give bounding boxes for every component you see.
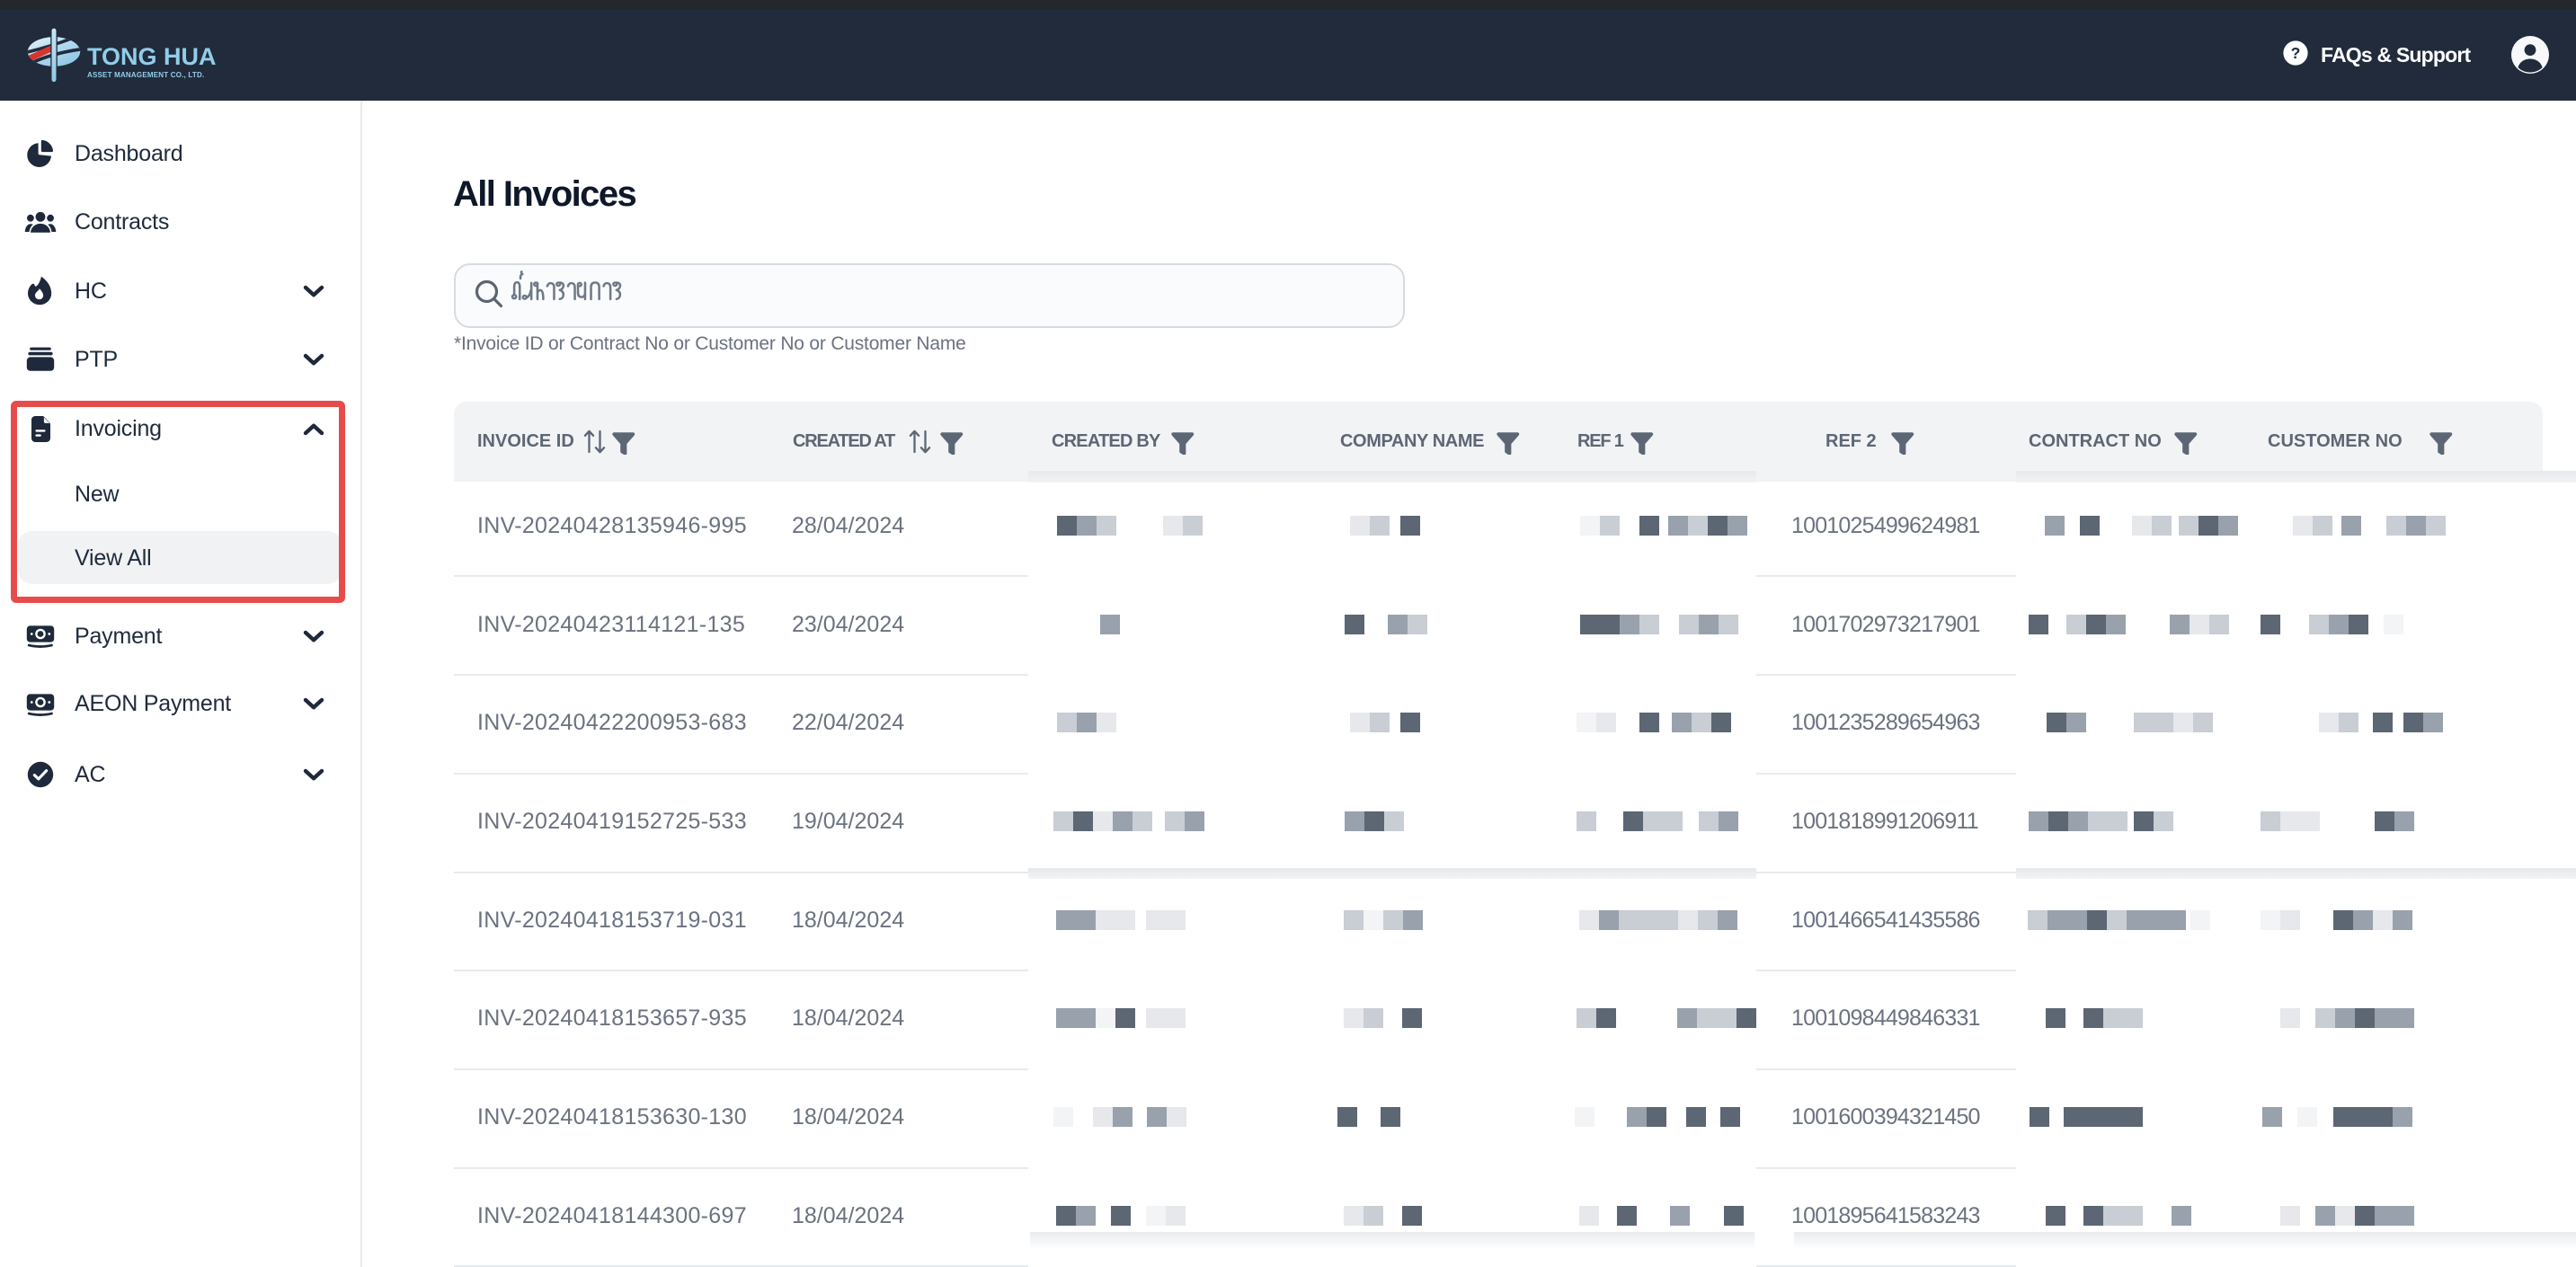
svg-text:?: ? [2291, 44, 2301, 62]
